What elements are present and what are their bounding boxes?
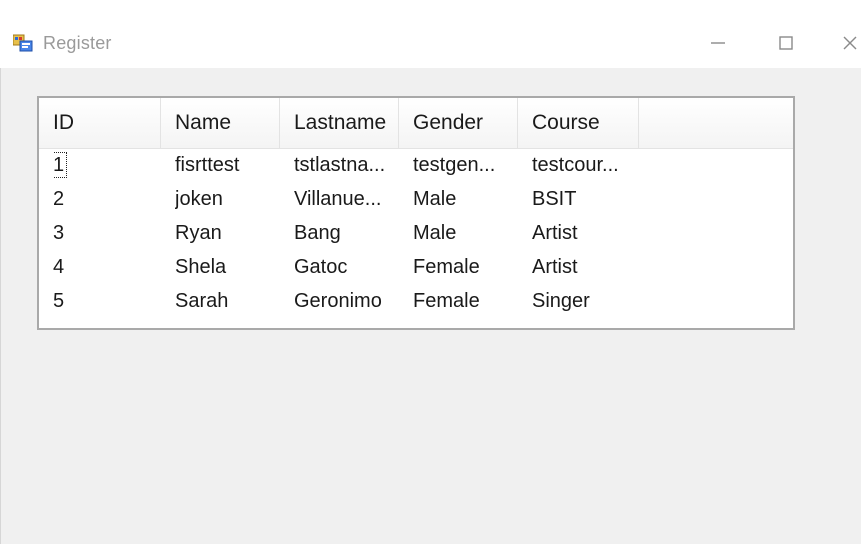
minimize-icon <box>711 42 725 44</box>
close-button[interactable] <box>830 28 861 58</box>
table-row[interactable]: 3 Ryan Bang Male Artist <box>39 216 793 250</box>
cell-name: fisrttest <box>175 154 240 176</box>
column-header-gender[interactable]: Gender <box>399 98 518 148</box>
focus-rectangle: 1 <box>53 152 68 178</box>
cell-course: Singer <box>532 290 590 312</box>
cell-id: 1 <box>53 148 153 182</box>
minimize-button[interactable] <box>698 28 738 58</box>
cell-course: testcour... <box>532 154 619 176</box>
table-row[interactable]: 4 Shela Gatoc Female Artist <box>39 250 793 284</box>
cell-lastname: Villanue... <box>294 188 382 210</box>
window-title: Register <box>43 33 112 53</box>
cell-lastname: tstlastna... <box>294 154 386 176</box>
form-client-area: ID Name Lastname Gender Course 1 fisrtte… <box>0 68 861 544</box>
cell-id: 4 <box>53 256 65 278</box>
table-row[interactable]: 2 joken Villanue... Male BSIT <box>39 182 793 216</box>
maximize-button[interactable] <box>766 28 806 58</box>
register-window: Register ID Name Lastname Gender Course … <box>0 0 861 544</box>
cell-name: Shela <box>175 256 227 278</box>
cell-name: Ryan <box>175 222 222 244</box>
table-row[interactable]: 1 fisrttest tstlastna... testgen... test… <box>39 148 793 182</box>
cell-id: 5 <box>53 290 65 312</box>
title-bar[interactable]: Register <box>0 0 861 68</box>
column-header-id[interactable]: ID <box>39 98 161 148</box>
cell-gender: Male <box>413 188 457 210</box>
cell-lastname: Bang <box>294 222 341 244</box>
table-row[interactable]: 5 Sarah Geronimo Female Singer <box>39 284 793 318</box>
cell-lastname: Geronimo <box>294 290 382 312</box>
listview-header: ID Name Lastname Gender Course <box>39 98 793 149</box>
cell-gender: testgen... <box>413 154 496 176</box>
form-app-icon[interactable] <box>12 34 33 52</box>
cell-id: 2 <box>53 188 65 210</box>
column-header-name[interactable]: Name <box>161 98 280 148</box>
cell-gender: Female <box>413 290 480 312</box>
column-header-filler <box>639 98 793 148</box>
cell-lastname: Gatoc <box>294 256 348 278</box>
close-icon <box>843 36 857 50</box>
cell-gender: Male <box>413 222 457 244</box>
cell-course: BSIT <box>532 188 577 210</box>
cell-id: 3 <box>53 222 65 244</box>
maximize-icon <box>779 36 793 50</box>
cell-gender: Female <box>413 256 480 278</box>
column-header-lastname[interactable]: Lastname <box>280 98 399 148</box>
cell-course: Artist <box>532 256 578 278</box>
column-header-course[interactable]: Course <box>518 98 639 148</box>
cell-course: Artist <box>532 222 578 244</box>
cell-name: Sarah <box>175 290 229 312</box>
cell-name: joken <box>175 188 223 210</box>
records-listview[interactable]: ID Name Lastname Gender Course 1 fisrtte… <box>37 96 795 330</box>
